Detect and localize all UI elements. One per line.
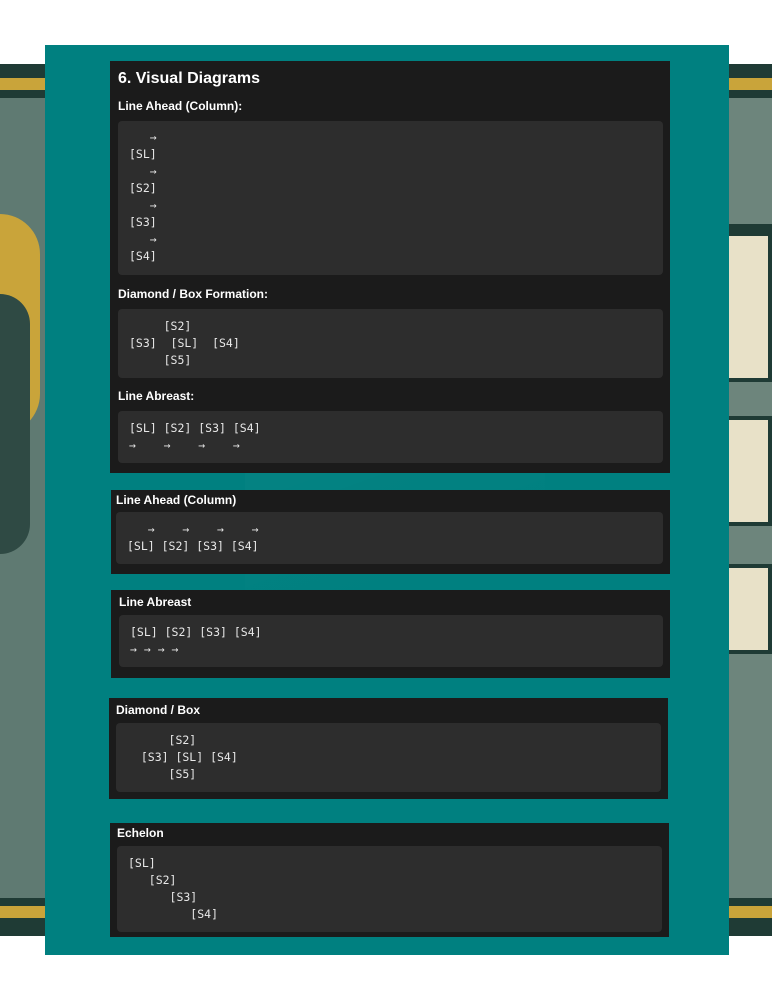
line-ahead-diagram: → [SL] → [S2] → [S3] → [S4] (129, 130, 157, 263)
card-title: Line Ahead (Column) (116, 493, 237, 507)
echelon-card: Echelon [SL] [S2] [S3] [S4] (110, 823, 669, 937)
line-ahead-card-code-block[interactable]: → → → → [SL] [S2] [S3] [S4] (116, 512, 663, 564)
echelon-card-diagram: [SL] [S2] [S3] [S4] (128, 856, 219, 921)
line-abreast-card-code-block[interactable]: [SL] [S2] [S3] [S4] → → → → (119, 615, 663, 667)
echelon-card-code-block[interactable]: [SL] [S2] [S3] [S4] (117, 846, 662, 932)
card-title: Line Abreast (119, 595, 192, 609)
line-abreast-card-diagram: [SL] [S2] [S3] [S4] → → → → (130, 625, 262, 656)
diamond-box-card-code-block[interactable]: [S2] [S3] [SL] [S4] [S5] (116, 723, 661, 792)
line-abreast-diagram: [SL] [S2] [S3] [S4] → → → → (129, 421, 261, 452)
card-title: Diamond / Box (116, 703, 201, 717)
diamond-diagram: [S2] [S3] [SL] [S4] [S5] (129, 319, 240, 367)
line-ahead-card-diagram: → → → → [SL] [S2] [S3] [S4] (127, 522, 259, 553)
diamond-box-card: Diamond / Box [S2] [S3] [SL] [S4] [S5] (109, 698, 668, 799)
card-title: Echelon (117, 826, 164, 840)
line-ahead-heading: Line Ahead (Column): (118, 99, 243, 113)
line-abreast-code-block[interactable]: [SL] [S2] [S3] [S4] → → → → (118, 411, 663, 463)
line-ahead-card: Line Ahead (Column) → → → → [SL] [S2] [S… (111, 490, 670, 574)
visual-diagrams-section: 6. Visual Diagrams Line Ahead (Column): … (110, 61, 670, 473)
line-abreast-heading: Line Abreast: (118, 389, 195, 403)
line-ahead-code-block[interactable]: → [SL] → [S2] → [S3] → [S4] (118, 121, 663, 275)
diamond-code-block[interactable]: [S2] [S3] [SL] [S4] [S5] (118, 309, 663, 378)
content-panel: 6. Visual Diagrams Line Ahead (Column): … (45, 45, 729, 955)
section-title: 6. Visual Diagrams (118, 70, 260, 87)
diamond-box-card-diagram: [S2] [S3] [SL] [S4] [S5] (140, 733, 238, 781)
diamond-heading: Diamond / Box Formation: (118, 287, 268, 301)
line-abreast-card: Line Abreast [SL] [S2] [S3] [S4] → → → → (111, 590, 670, 678)
